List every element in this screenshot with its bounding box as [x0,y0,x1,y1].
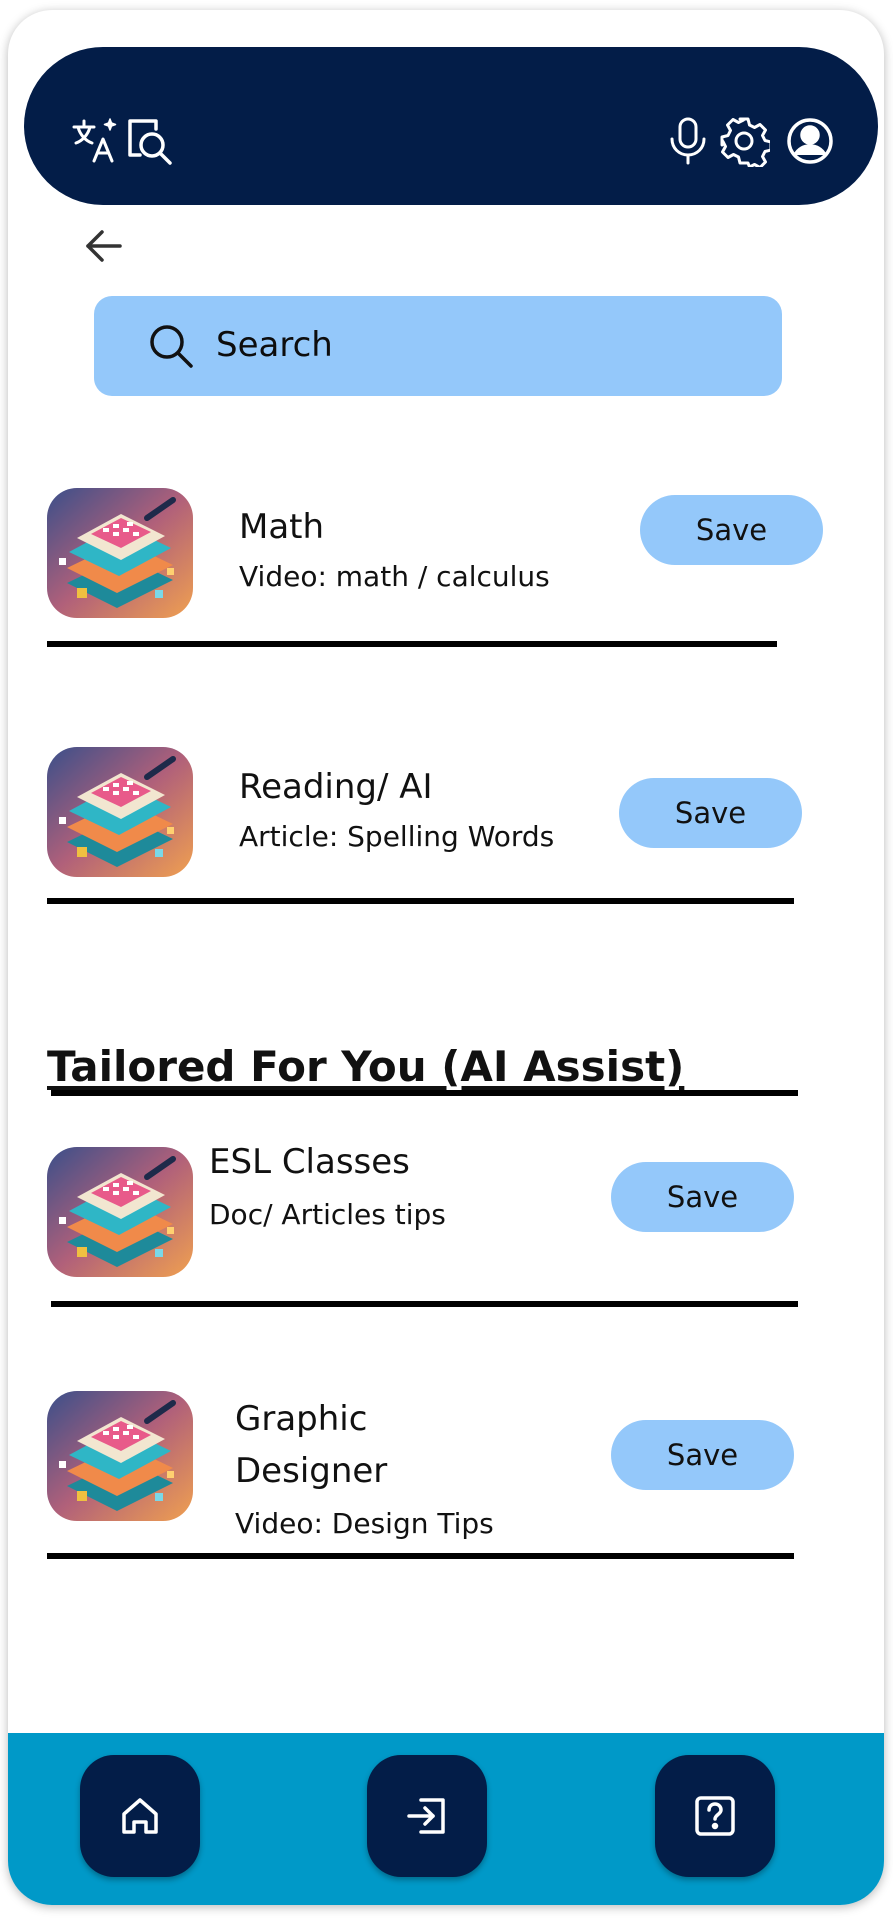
login-icon [407,1798,445,1834]
search-icon [148,323,194,369]
microphone-icon[interactable] [662,115,714,167]
divider [47,1553,794,1559]
course-thumbnail [47,1391,193,1521]
item-title-reading: Reading/ AI [239,767,433,807]
item-title-graphic-line2: Designer [235,1451,388,1491]
search-bar[interactable]: Search [94,296,782,396]
item-title-graphic-line1: Graphic [235,1399,368,1439]
save-button-esl[interactable]: Save [611,1162,794,1232]
section-heading-tailored: Tailored For You (AI Assist) [47,1042,685,1091]
help-button[interactable] [655,1755,775,1877]
divider [47,898,794,904]
course-thumbnail [47,1147,193,1277]
account-icon[interactable] [784,115,836,167]
help-icon [695,1796,735,1836]
item-title-esl: ESL Classes [209,1142,410,1182]
save-button-reading[interactable]: Save [619,778,802,848]
divider [47,641,777,647]
item-subtitle-math: Video: math / calculus [239,560,550,593]
search-placeholder: Search [216,325,333,365]
home-icon [122,1798,158,1834]
save-button-math[interactable]: Save [640,495,823,565]
course-thumbnail [47,488,193,618]
back-arrow-icon[interactable] [80,222,128,270]
course-thumbnail [47,747,193,877]
translate-icon[interactable] [70,115,122,167]
item-subtitle-reading: Article: Spelling Words [239,820,555,853]
divider [51,1090,798,1096]
search-document-icon[interactable] [124,115,176,167]
gear-icon[interactable] [718,115,770,167]
home-button[interactable] [80,1755,200,1877]
item-subtitle-graphic: Video: Design Tips [235,1507,494,1540]
divider [51,1301,798,1307]
save-button-graphic[interactable]: Save [611,1420,794,1490]
login-button[interactable] [367,1755,487,1877]
item-subtitle-esl: Doc/ Articles tips [209,1198,446,1231]
item-title-math: Math [239,507,325,547]
app-frame: Search Math Video: math / calculus Save … [8,10,884,1905]
top-app-bar [24,47,878,205]
